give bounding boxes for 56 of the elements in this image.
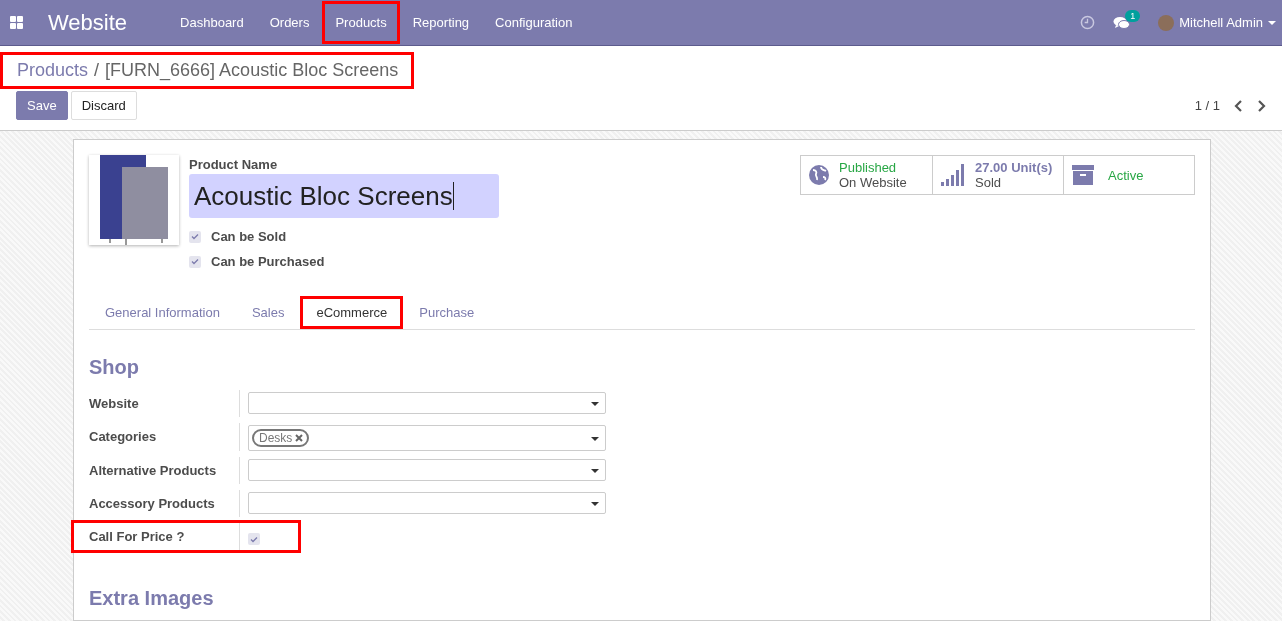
tab[interactable]: General Information bbox=[89, 296, 236, 329]
stat-unit: Unit(s) bbox=[1011, 160, 1053, 175]
tab[interactable]: Sales bbox=[235, 296, 301, 329]
stat-title: Published bbox=[839, 160, 898, 175]
product-name-field[interactable]: Acoustic Bloc Screens bbox=[189, 174, 499, 218]
breadcrumb-link[interactable]: Products bbox=[17, 60, 89, 81]
menu-item[interactable]: Configuration bbox=[482, 0, 586, 45]
stat-value: 27.00 bbox=[975, 160, 1008, 175]
previous-icon[interactable] bbox=[1234, 99, 1243, 112]
menu-item[interactable]: Reporting bbox=[399, 0, 483, 45]
stat-button[interactable]: Active bbox=[1063, 156, 1194, 194]
field-label: Website bbox=[89, 390, 240, 417]
field-label: Product Name bbox=[189, 157, 279, 172]
globe-icon bbox=[809, 165, 829, 185]
section-title: Extra Images bbox=[89, 587, 215, 610]
message-count-badge: 1 bbox=[1125, 9, 1141, 22]
apps-menu-icon[interactable] bbox=[10, 16, 23, 29]
section-title: Shop bbox=[89, 356, 140, 379]
menu-item[interactable]: Orders bbox=[256, 0, 323, 45]
chat-icon[interactable] bbox=[1113, 15, 1131, 30]
tab[interactable]: eCommerce bbox=[300, 296, 404, 329]
checkbox-label: Can be Sold bbox=[211, 229, 287, 244]
breadcrumb-current: [FURN_6666] Acoustic Bloc Screens bbox=[105, 60, 399, 81]
tab[interactable]: Purchase bbox=[403, 296, 491, 329]
avatar-icon bbox=[1158, 14, 1175, 31]
checkbox-label: Can be Purchased bbox=[211, 254, 325, 269]
field-label: Call For Price ? bbox=[89, 523, 240, 550]
pager-value: 1 / 1 bbox=[1194, 98, 1220, 113]
tags-field[interactable]: Desks bbox=[248, 425, 606, 451]
app-title: Website bbox=[48, 9, 128, 36]
checkbox[interactable] bbox=[248, 533, 260, 545]
stat-button[interactable]: 27.00 Unit(s) Sold bbox=[932, 156, 1063, 194]
stat-title: Active bbox=[1108, 167, 1144, 183]
field-label: Categories bbox=[89, 423, 240, 451]
menu-item[interactable]: Products bbox=[322, 1, 400, 44]
checkbox[interactable] bbox=[189, 230, 201, 243]
field-label: Alternative Products bbox=[89, 457, 240, 484]
user-menu[interactable]: Mitchell Admin bbox=[1158, 14, 1276, 31]
dropdown-field[interactable] bbox=[248, 459, 606, 481]
breadcrumb-separator: / bbox=[94, 60, 100, 81]
dropdown-field[interactable] bbox=[248, 492, 606, 514]
save-button[interactable]: Save bbox=[16, 91, 68, 120]
discard-button[interactable]: Discard bbox=[70, 91, 137, 120]
tag: Desks bbox=[252, 429, 310, 447]
menu-item[interactable]: Dashboard bbox=[167, 0, 257, 45]
stat-subtitle: Sold bbox=[975, 175, 1003, 190]
archive-box-icon bbox=[1072, 165, 1094, 185]
dropdown-field[interactable] bbox=[248, 392, 606, 414]
clock-icon[interactable] bbox=[1080, 15, 1096, 30]
field-label: Accessory Products bbox=[89, 490, 240, 517]
stat-subtitle: On Website bbox=[839, 175, 907, 190]
stat-button[interactable]: Published On Website bbox=[801, 156, 932, 194]
next-icon[interactable] bbox=[1257, 99, 1266, 112]
checkbox[interactable] bbox=[189, 255, 201, 268]
bar-chart-icon bbox=[941, 164, 965, 186]
remove-icon[interactable] bbox=[295, 434, 304, 442]
